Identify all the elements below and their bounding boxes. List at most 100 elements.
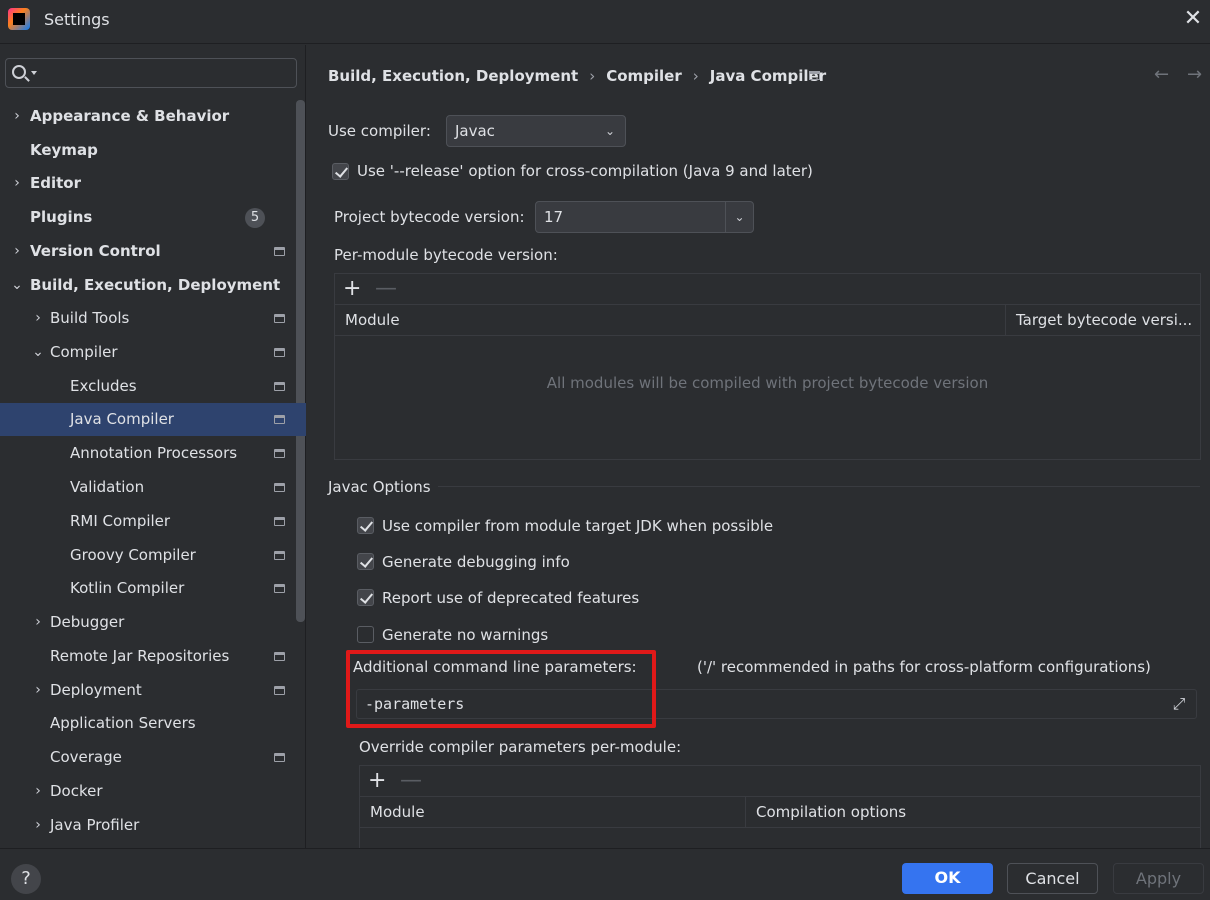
option-label: Generate debugging info	[382, 553, 570, 571]
project-level-icon	[274, 584, 285, 593]
sidebar-item-label: Annotation Processors	[70, 444, 238, 462]
chevron-right-icon: ›	[692, 66, 699, 85]
intellij-logo-icon	[8, 8, 30, 30]
sidebar-item-label: Version Control	[30, 242, 161, 260]
chevron-right-icon[interactable]: ›	[31, 809, 45, 842]
plugins-count-badge: 5	[245, 208, 265, 228]
ok-button[interactable]: OK	[902, 863, 993, 894]
add-icon[interactable]: +	[343, 276, 361, 302]
chevron-right-icon: ›	[589, 66, 596, 85]
chevron-right-icon[interactable]: ›	[10, 100, 24, 133]
sidebar-item-label: Remote Jar Repositories	[50, 647, 230, 665]
column-header-module[interactable]: Module	[360, 797, 746, 827]
sidebar-item-compiler[interactable]: ⌄ Compiler	[0, 336, 306, 369]
per-module-bytecode-label: Per-module bytecode version:	[334, 246, 558, 264]
table-header: Module Target bytecode versi...	[335, 305, 1200, 336]
chevron-down-icon[interactable]	[31, 71, 37, 75]
forward-arrow-icon[interactable]: →	[1187, 64, 1202, 85]
table-header: Module Compilation options	[360, 797, 1200, 828]
option-checkbox[interactable]	[357, 589, 374, 606]
sidebar-item-plugins[interactable]: Plugins 5	[0, 201, 306, 234]
sidebar-item-editor[interactable]: › Editor	[0, 167, 306, 200]
sidebar-item-groovy-compiler[interactable]: Groovy Compiler	[0, 539, 306, 572]
sidebar-item-docker[interactable]: › Docker	[0, 775, 306, 808]
option-label: Use compiler from module target JDK when…	[382, 517, 774, 535]
chevron-down-icon[interactable]: ⌄	[725, 202, 753, 232]
chevron-right-icon[interactable]: ›	[10, 167, 24, 200]
chevron-right-icon[interactable]: ›	[31, 674, 45, 707]
back-arrow-icon[interactable]: ←	[1154, 64, 1169, 85]
close-icon[interactable]: ✕	[1180, 6, 1206, 32]
project-level-icon	[274, 314, 285, 323]
window-title: Settings	[44, 10, 110, 29]
chevron-right-icon[interactable]: ›	[10, 235, 24, 268]
cancel-button[interactable]: Cancel	[1007, 863, 1098, 894]
sidebar-item-keymap[interactable]: Keymap	[0, 134, 306, 167]
sidebar-item-annotation-processors[interactable]: Annotation Processors	[0, 437, 306, 470]
bytecode-version-label: Project bytecode version:	[334, 208, 525, 226]
column-header-compilation-options[interactable]: Compilation options	[746, 797, 1201, 827]
sidebar-item-debugger[interactable]: › Debugger	[0, 606, 306, 639]
column-header-module[interactable]: Module	[335, 305, 1006, 335]
expand-icon[interactable]: ⤢	[1170, 695, 1188, 713]
table-toolbar: + —	[335, 274, 1200, 305]
sidebar-item-appearance-behavior[interactable]: › Appearance & Behavior	[0, 100, 306, 133]
sidebar-item-label: Compiler	[50, 343, 118, 361]
use-compiler-label: Use compiler:	[328, 122, 431, 140]
sidebar-item-label: Debugger	[50, 613, 125, 631]
sidebar-item-build-tools[interactable]: › Build Tools	[0, 302, 306, 335]
sidebar-item-coverage[interactable]: Coverage	[0, 741, 306, 774]
sidebar-item-java-profiler[interactable]: › Java Profiler	[0, 809, 306, 842]
use-compiler-value: Javac	[455, 122, 495, 140]
bytecode-version-value: 17	[544, 208, 564, 226]
sidebar-item-excludes[interactable]: Excludes	[0, 370, 306, 403]
add-icon[interactable]: +	[368, 768, 386, 794]
sidebar-item-remote-jar-repositories[interactable]: Remote Jar Repositories	[0, 640, 306, 673]
sidebar-item-label: Groovy Compiler	[70, 546, 196, 564]
table-body: All modules will be compiled with projec…	[335, 336, 1200, 459]
dialog-footer: ? OK Cancel Apply	[0, 848, 1210, 900]
search-input[interactable]	[5, 58, 297, 88]
sidebar-item-kotlin-compiler[interactable]: Kotlin Compiler	[0, 572, 306, 605]
chevron-down-icon[interactable]: ⌄	[31, 336, 45, 369]
option-checkbox[interactable]	[357, 517, 374, 534]
sidebar-item-label: Keymap	[30, 141, 98, 159]
override-params-label: Override compiler parameters per-module:	[359, 738, 682, 756]
sidebar-item-label: Kotlin Compiler	[70, 579, 185, 597]
use-compiler-select[interactable]: Javac ⌄	[446, 115, 626, 147]
chevron-right-icon[interactable]: ›	[31, 775, 45, 808]
option-checkbox[interactable]	[357, 626, 374, 643]
sidebar-item-java-compiler[interactable]: Java Compiler	[0, 403, 306, 436]
project-level-icon	[274, 551, 285, 560]
sidebar-item-validation[interactable]: Validation	[0, 471, 306, 504]
sidebar-item-build-execution-deployment[interactable]: ⌄ Build, Execution, Deployment	[0, 269, 306, 302]
sidebar-item-version-control[interactable]: › Version Control	[0, 235, 306, 268]
per-module-bytecode-table: + — Module Target bytecode versi... All …	[334, 273, 1201, 460]
project-level-icon	[274, 652, 285, 661]
option-checkbox[interactable]	[357, 553, 374, 570]
chevron-right-icon[interactable]: ›	[31, 606, 45, 639]
breadcrumb-item[interactable]: Build, Execution, Deployment	[328, 67, 578, 85]
sidebar-item-deployment[interactable]: › Deployment	[0, 674, 306, 707]
option-label: Generate no warnings	[382, 626, 549, 644]
sidebar-item-application-servers[interactable]: Application Servers	[0, 707, 306, 740]
bytecode-version-select[interactable]: 17 ⌄	[535, 201, 754, 233]
sidebar-item-label: RMI Compiler	[70, 512, 171, 530]
sidebar-item-label: Build Tools	[50, 309, 130, 327]
release-option-label: Use '--release' option for cross-compila…	[357, 162, 813, 180]
project-level-icon	[809, 71, 820, 80]
column-header-target-bytecode[interactable]: Target bytecode versi...	[1006, 305, 1201, 335]
apply-button: Apply	[1113, 863, 1204, 894]
remove-icon: —	[375, 276, 397, 301]
section-divider	[438, 486, 1200, 487]
project-level-icon	[274, 247, 285, 256]
sidebar-item-rmi-compiler[interactable]: RMI Compiler	[0, 505, 306, 538]
release-option-checkbox[interactable]	[332, 163, 349, 180]
sidebar-item-label: Build, Execution, Deployment	[30, 276, 281, 294]
help-button[interactable]: ?	[11, 864, 41, 894]
chevron-right-icon[interactable]: ›	[31, 302, 45, 335]
option-label: Report use of deprecated features	[382, 589, 640, 607]
sidebar-item-label: Appearance & Behavior	[30, 107, 230, 125]
breadcrumb-item[interactable]: Compiler	[606, 67, 682, 85]
chevron-down-icon[interactable]: ⌄	[10, 269, 24, 302]
